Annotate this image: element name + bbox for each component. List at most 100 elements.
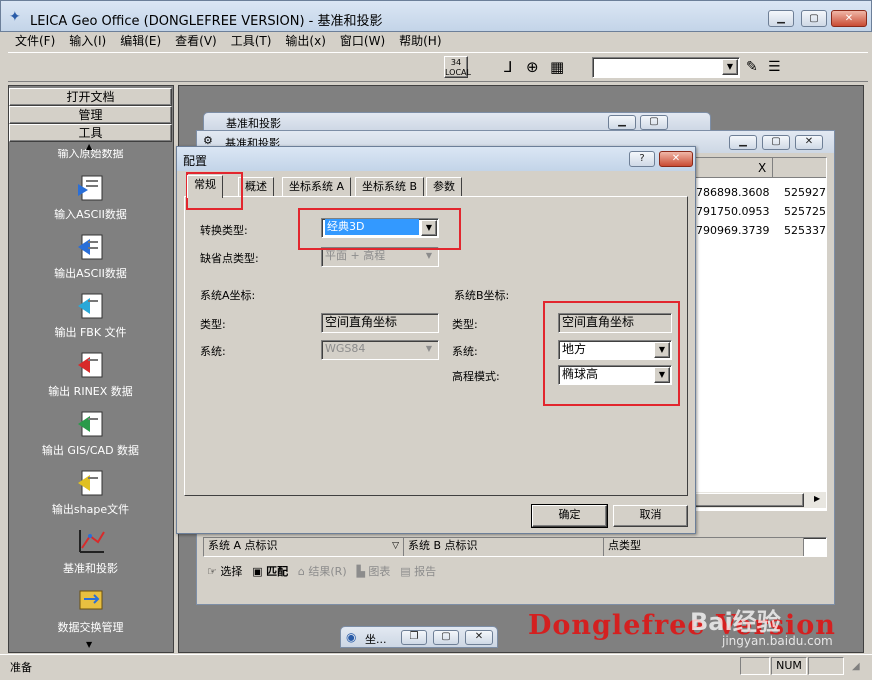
tool-export-fbk[interactable]: 输出 FBK 文件 xyxy=(9,288,172,340)
grid-cell: 790969.3739 xyxy=(696,224,770,237)
tab-coord-b[interactable]: 坐标系统 B xyxy=(355,177,425,197)
datum-window-minimize[interactable]: ▁ xyxy=(729,135,757,150)
menu-tools[interactable]: 工具(T) xyxy=(224,30,279,52)
back-window-maximize[interactable]: ▢ xyxy=(640,115,668,130)
maximize-button[interactable]: ▢ xyxy=(801,10,827,27)
chevron-right-icon[interactable]: ▶ xyxy=(814,494,820,503)
toolbar-combo[interactable]: ▼ xyxy=(592,57,740,78)
tool-axis-icon[interactable]: ⅃ xyxy=(504,58,522,76)
chevron-down-icon[interactable]: ▼ xyxy=(722,59,738,75)
tab-chart[interactable]: ▙ 图表 xyxy=(356,563,390,581)
point-table: 系统 A 点标识 ▽ 系统 B 点标识 点类型 xyxy=(203,537,827,557)
sidebar-manage-button[interactable]: 管理 xyxy=(9,106,172,124)
col-a-label: 系统 A 点标识 xyxy=(208,539,278,552)
back-window-minimize[interactable]: ▁ xyxy=(608,115,636,130)
status-bar: 准备 NUM ◢ xyxy=(0,654,872,680)
tab-coord-b-label: 坐标系统 B xyxy=(362,180,418,193)
tab-params-label: 参数 xyxy=(433,180,455,193)
system-a-sys-select[interactable]: WGS84 ▼ xyxy=(321,340,439,360)
tool-export-rinex-label: 输出 RINEX 数据 xyxy=(48,385,133,398)
system-b-type-label: 类型: xyxy=(452,318,478,331)
import-ascii-icon xyxy=(77,175,102,201)
tool-globe-icon[interactable]: ⊕ xyxy=(526,58,544,76)
tool-export-gis-cad-label: 输出 GIS/CAD 数据 xyxy=(41,444,140,457)
bottom-tab-bar: ☞ 选择 ▣ 匹配 ⌂ 结果(R) ▙ 图表 ▤ 报告 xyxy=(207,563,567,583)
sidebar-open-docs-button[interactable]: 打开文档 xyxy=(9,88,172,106)
tool-export-gis-cad[interactable]: 输出 GIS/CAD 数据 xyxy=(9,406,172,458)
minimized-close[interactable]: ✕ xyxy=(465,630,493,645)
tool-properties-icon[interactable]: ☰ xyxy=(768,58,786,76)
tab-general[interactable]: 常规 xyxy=(187,175,223,198)
config-dialog-titlebar: 配置 ? ✕ xyxy=(177,147,695,171)
help-button[interactable]: ? xyxy=(629,151,655,167)
tab-results[interactable]: ⌂ 结果(R) xyxy=(298,563,347,581)
tool-import-raw[interactable]: 输入原始数据 xyxy=(9,149,172,163)
status-pane-1 xyxy=(740,657,770,675)
dialog-close-button[interactable]: ✕ xyxy=(659,151,693,167)
menu-input[interactable]: 输入(I) xyxy=(62,30,113,52)
tool-data-exchange[interactable]: 数据交换管理 xyxy=(9,583,172,635)
tab-report[interactable]: ▤ 报告 xyxy=(400,563,436,581)
datum-window-maximize[interactable]: ▢ xyxy=(762,135,790,150)
point-table-col-type[interactable]: 点类型 xyxy=(604,538,804,556)
missing-point-type-label: 缺省点类型: xyxy=(200,252,259,265)
app-icon: ✦ xyxy=(9,9,21,25)
tool-edit-icon[interactable]: ✎ xyxy=(746,58,764,76)
export-gis-cad-icon xyxy=(77,411,102,437)
menu-view[interactable]: 查看(V) xyxy=(168,30,224,52)
point-table-col-b[interactable]: 系统 B 点标识 xyxy=(404,538,604,556)
coordinate-grid: X 786898.3608 525927 791750.0953 525725 … xyxy=(689,157,827,511)
status-pane-3 xyxy=(808,657,844,675)
grid-scroll-thumb[interactable] xyxy=(694,493,804,507)
tab-overview[interactable]: 概述 xyxy=(238,177,274,197)
menu-help[interactable]: 帮助(H) xyxy=(392,30,448,52)
resize-grip-icon[interactable]: ◢ xyxy=(852,661,860,672)
minimized-maximize[interactable]: ▢ xyxy=(433,630,459,645)
menu-edit[interactable]: 编辑(E) xyxy=(113,30,168,52)
chevron-down-icon: ▼ xyxy=(425,251,433,260)
tab-general-label: 常规 xyxy=(194,178,216,191)
menu-output[interactable]: 输出(x) xyxy=(278,30,332,52)
grid-hscrollbar[interactable]: ▶ xyxy=(690,492,826,508)
export-shape-icon xyxy=(77,470,102,496)
datum-window-close[interactable]: ✕ xyxy=(795,135,823,150)
ok-button[interactable]: 确定 xyxy=(531,504,608,528)
tool-export-shape-label: 输出shape文件 xyxy=(51,503,130,516)
tab-coord-a[interactable]: 坐标系统 A xyxy=(282,177,352,197)
tool-export-ascii-label: 输出ASCII数据 xyxy=(54,267,127,280)
minimize-button[interactable]: ▁ xyxy=(768,10,794,27)
baidu-watermark: Bai经验 xyxy=(690,608,781,636)
tab-match[interactable]: ▣ 匹配 xyxy=(252,563,288,581)
grid-header: X xyxy=(690,158,826,178)
missing-point-type-select[interactable]: 平面 + 高程 ▼ xyxy=(321,247,439,267)
tool-export-rinex[interactable]: 输出 RINEX 数据 xyxy=(9,347,172,399)
grid-cell: 525725 xyxy=(784,205,826,218)
tool-export-shape[interactable]: 输出shape文件 xyxy=(9,465,172,517)
menu-bar: 文件(F) 输入(I) 编辑(E) 查看(V) 工具(T) 输出(x) 窗口(W) 帮助(H) xyxy=(8,30,868,52)
system-a-sys-value: WGS84 xyxy=(325,342,366,355)
minimized-window[interactable]: ◉ 坐... ❐ ▢ ✕ xyxy=(340,626,498,648)
tool-import-ascii[interactable]: 输入ASCII数据 xyxy=(9,170,172,222)
tab-results-label: 结果(R) xyxy=(308,565,347,578)
status-num: NUM xyxy=(776,659,802,672)
sidebar-tools-button[interactable]: 工具 xyxy=(9,124,172,142)
menu-window[interactable]: 窗口(W) xyxy=(333,30,392,52)
minimized-window-title: 坐... xyxy=(365,633,387,646)
grid-col-x: X xyxy=(758,161,767,175)
local-badge-button[interactable]: 34 LOCAL xyxy=(444,56,471,78)
point-table-col-a[interactable]: 系统 A 点标识 ▽ xyxy=(204,538,404,556)
tab-coord-a-label: 坐标系统 A xyxy=(289,180,345,193)
tool-grid-icon[interactable]: ▦ xyxy=(550,58,568,76)
minimized-restore[interactable]: ❐ xyxy=(401,630,427,645)
close-button[interactable]: ✕ xyxy=(831,10,867,27)
tab-params[interactable]: 参数 xyxy=(426,177,462,197)
tool-export-fbk-label: 输出 FBK 文件 xyxy=(54,326,127,339)
cancel-button[interactable]: 取消 xyxy=(613,505,688,527)
tool-export-ascii[interactable]: 输出ASCII数据 xyxy=(9,229,172,281)
tab-select[interactable]: ☞ 选择 xyxy=(207,563,242,581)
system-a-sys-label: 系统: xyxy=(200,345,226,358)
tool-datum-projection[interactable]: 基准和投影 xyxy=(9,524,172,576)
sidebar-scroll-down-icon[interactable]: ▼ xyxy=(86,640,92,649)
system-b-sys-label: 系统: xyxy=(452,345,478,358)
menu-file[interactable]: 文件(F) xyxy=(8,30,62,52)
